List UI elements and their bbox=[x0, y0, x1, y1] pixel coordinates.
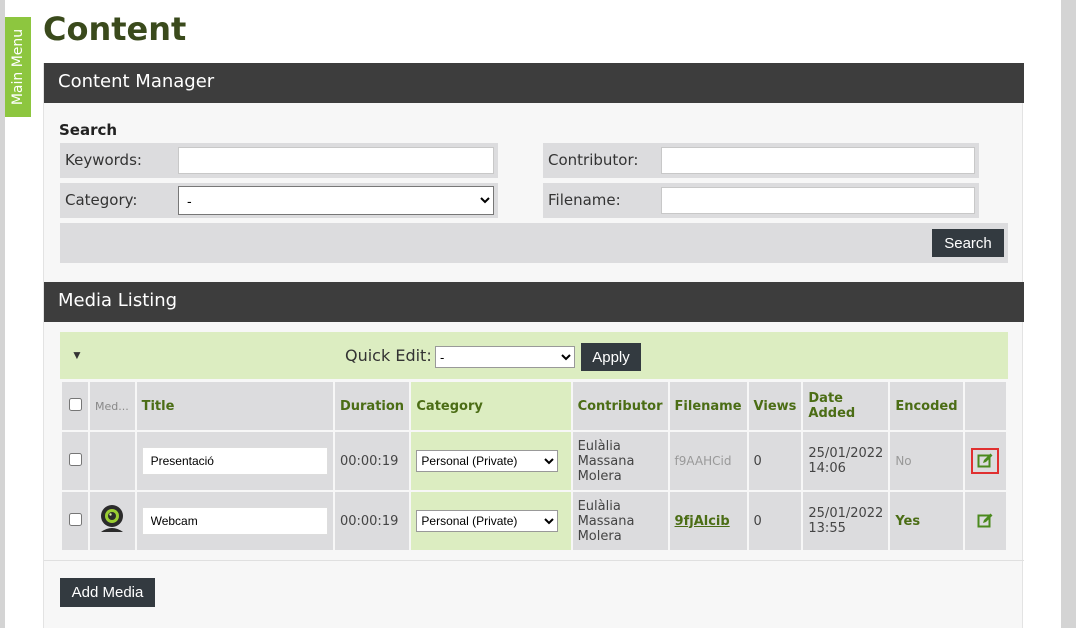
encoded-status: Yes bbox=[895, 513, 921, 529]
actions-cell bbox=[962, 490, 1009, 552]
search-heading: Search bbox=[59, 121, 118, 139]
table-header-row: Med... Title Duration Category Contribut… bbox=[59, 380, 1009, 432]
views-cell: 0 bbox=[746, 490, 804, 552]
encoded-status: No bbox=[895, 453, 912, 468]
filename-cell: f9AAHCid bbox=[667, 430, 749, 492]
add-media-button[interactable]: Add Media bbox=[60, 578, 155, 607]
title-input[interactable] bbox=[141, 507, 328, 535]
views-cell: 0 bbox=[746, 430, 804, 492]
contributor-input[interactable] bbox=[661, 147, 975, 174]
webcam-icon bbox=[101, 505, 124, 532]
apply-button[interactable]: Apply bbox=[581, 343, 641, 371]
col-views[interactable]: Views bbox=[746, 380, 804, 432]
col-category[interactable]: Category bbox=[409, 380, 573, 432]
keywords-row: Keywords: bbox=[60, 143, 498, 178]
col-contributor[interactable]: Contributor bbox=[570, 380, 670, 432]
edit-icon bbox=[977, 453, 993, 468]
date-added-cell: 25/01/2022 13:55 bbox=[801, 490, 891, 552]
contributor-cell: Eulàlia Massana Molera bbox=[570, 430, 670, 492]
contributor-label: Contributor: bbox=[548, 151, 639, 169]
col-date-added[interactable]: Date Added bbox=[801, 380, 891, 432]
filename-input[interactable] bbox=[661, 187, 975, 214]
row-select-cell bbox=[59, 490, 91, 552]
quick-edit-label: Quick Edit: bbox=[345, 346, 432, 365]
category-select[interactable]: - bbox=[178, 186, 494, 215]
filename-text: f9AAHCid bbox=[674, 453, 732, 468]
keywords-label: Keywords: bbox=[65, 151, 142, 169]
search-button[interactable]: Search bbox=[932, 229, 1004, 257]
row-select-cell bbox=[59, 430, 91, 492]
table-row: 00:00:19 Personal (Private) Eulàlia Mass… bbox=[59, 490, 1009, 552]
right-scroll-gutter bbox=[1061, 0, 1076, 628]
col-encoded[interactable]: Encoded bbox=[888, 380, 965, 432]
contributor-row: Contributor: bbox=[543, 143, 979, 178]
quick-edit-select[interactable]: - bbox=[435, 346, 575, 368]
row-checkbox[interactable] bbox=[68, 512, 82, 526]
title-input[interactable] bbox=[141, 447, 328, 475]
title-cell bbox=[134, 490, 335, 552]
content-manager-header: Content Manager bbox=[44, 63, 1024, 103]
category-row: Category: - bbox=[60, 183, 498, 218]
table-row: 00:00:19 Personal (Private) Eulàlia Mass… bbox=[59, 430, 1009, 492]
search-bar: Search bbox=[60, 223, 1008, 263]
row-category-select[interactable]: Personal (Private) bbox=[416, 450, 559, 472]
filename-cell: 9fjAlcib bbox=[667, 490, 749, 552]
edit-button[interactable] bbox=[971, 508, 999, 534]
col-duration[interactable]: Duration bbox=[332, 380, 412, 432]
keywords-input[interactable] bbox=[178, 147, 494, 174]
date-added-cell: 25/01/2022 14:06 bbox=[801, 430, 891, 492]
content-panel: Content Manager Search Keywords: Contrib… bbox=[43, 63, 1024, 628]
collapse-toggle-icon[interactable]: ▼ bbox=[71, 348, 83, 362]
filename-label: Filename: bbox=[548, 191, 621, 209]
page-title: Content bbox=[43, 10, 187, 48]
row-checkbox[interactable] bbox=[68, 452, 82, 466]
category-cell: Personal (Private) bbox=[409, 490, 573, 552]
actions-cell bbox=[962, 430, 1009, 492]
encoded-cell: No bbox=[888, 430, 965, 492]
duration-cell: 00:00:19 bbox=[332, 430, 412, 492]
main-menu-tab[interactable]: Main Menu bbox=[5, 17, 31, 117]
listing-divider bbox=[44, 560, 1024, 561]
contributor-cell: Eulàlia Massana Molera bbox=[570, 490, 670, 552]
media-table: Med... Title Duration Category Contribut… bbox=[59, 380, 1009, 552]
main-menu-label: Main Menu bbox=[10, 28, 26, 106]
filename-link[interactable]: 9fjAlcib bbox=[675, 514, 730, 529]
select-all-checkbox[interactable] bbox=[68, 397, 82, 411]
title-cell bbox=[134, 430, 335, 492]
col-media[interactable]: Med... bbox=[88, 380, 137, 432]
encoded-cell: Yes bbox=[888, 490, 965, 552]
filename-row: Filename: bbox=[543, 183, 979, 218]
media-thumb-cell bbox=[88, 490, 137, 552]
edit-button[interactable] bbox=[971, 448, 1000, 474]
media-listing-area: ▼ Quick Edit: - Apply Med... Title Durat… bbox=[59, 332, 1009, 552]
quick-edit-bar: ▼ Quick Edit: - Apply bbox=[60, 332, 1008, 379]
col-filename[interactable]: Filename bbox=[667, 380, 749, 432]
col-actions bbox=[962, 380, 1009, 432]
duration-cell: 00:00:19 bbox=[332, 490, 412, 552]
select-all-header bbox=[59, 380, 91, 432]
row-category-select[interactable]: Personal (Private) bbox=[416, 510, 559, 532]
edit-icon bbox=[977, 513, 993, 528]
category-label: Category: bbox=[65, 191, 138, 209]
media-listing-header: Media Listing bbox=[44, 282, 1024, 322]
category-cell: Personal (Private) bbox=[409, 430, 573, 492]
col-title[interactable]: Title bbox=[134, 380, 335, 432]
media-thumb-cell bbox=[88, 430, 137, 492]
